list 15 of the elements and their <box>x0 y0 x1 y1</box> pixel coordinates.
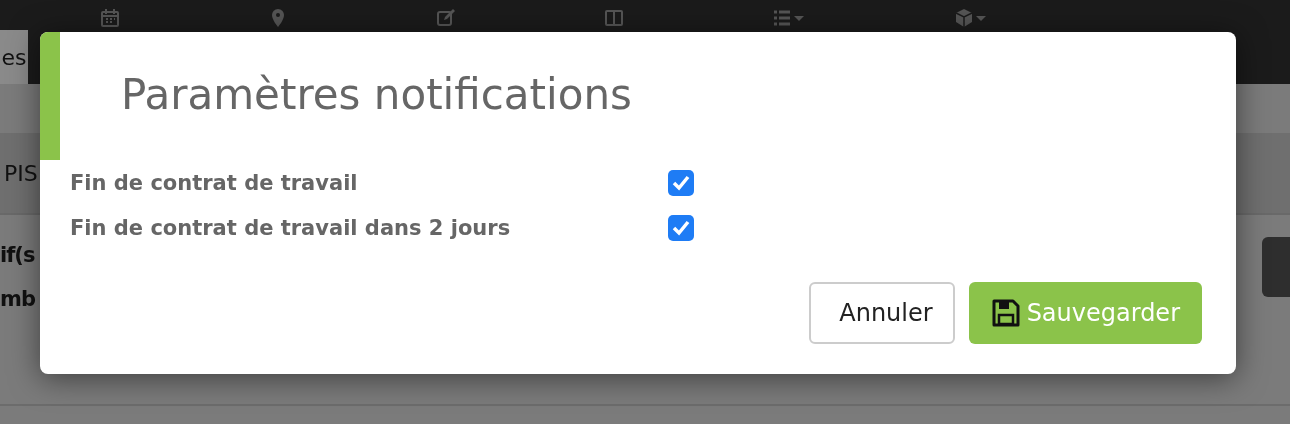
edit-icon[interactable] <box>436 8 456 28</box>
option-label: Fin de contrat de travail dans 2 jours <box>70 215 512 240</box>
option-label: Fin de contrat de travail <box>70 170 359 195</box>
list-dropdown-icon[interactable] <box>772 8 806 28</box>
field-label: mb <box>0 287 36 311</box>
section-label: PIS <box>3 160 38 186</box>
columns-icon[interactable] <box>604 8 624 28</box>
cancel-button[interactable]: Annuler <box>809 282 955 344</box>
field-label: if(s <box>0 243 36 267</box>
nav-tab[interactable]: es <box>0 30 28 84</box>
checkbox[interactable] <box>668 214 694 241</box>
checkbox[interactable] <box>668 169 694 196</box>
dialog-title: Paramètres notifications <box>120 69 633 121</box>
calendar-icon[interactable] <box>100 8 120 28</box>
cube-dropdown-icon[interactable] <box>954 8 988 28</box>
